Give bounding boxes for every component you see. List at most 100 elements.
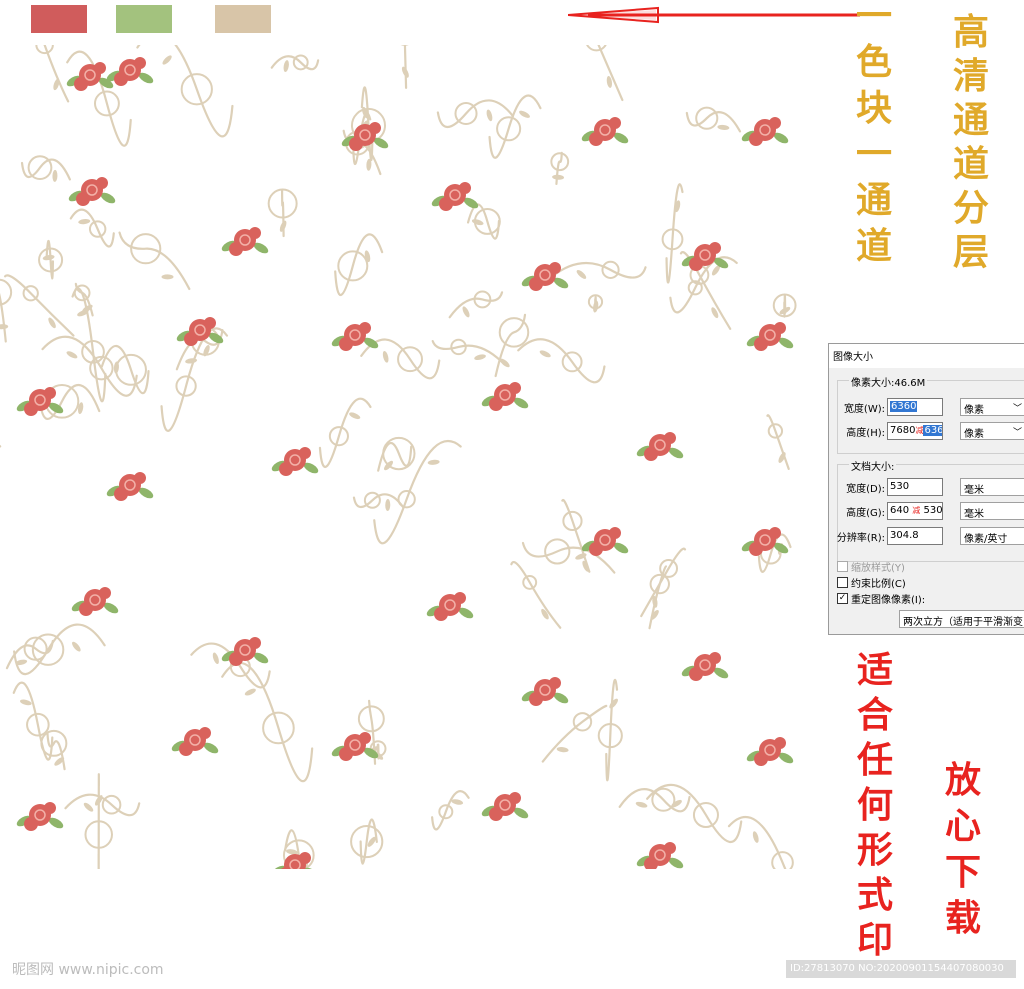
height-label: 高度(H): [846, 427, 885, 439]
vine-leaf [212, 652, 219, 665]
note-char: 通 [953, 99, 990, 141]
vine-curl [586, 45, 607, 52]
vine [13, 623, 106, 676]
vine [373, 440, 462, 545]
vine-leaf [499, 358, 510, 368]
vine-leaf [78, 219, 91, 225]
vine [517, 338, 606, 384]
vine [605, 678, 619, 782]
resolution-unit-select[interactable]: 像素/英寸 [960, 527, 1024, 545]
vine-leaf [72, 641, 81, 652]
rose-bud [359, 732, 371, 744]
vine-leaf [427, 459, 440, 465]
note-char: 一 [856, 0, 893, 37]
vine-leaf [717, 124, 730, 130]
doc-width-unit-select[interactable]: 毫米 [960, 478, 1024, 496]
resolution-label: 分辨率(R): [836, 532, 885, 544]
rose-bud [76, 192, 90, 206]
rose-bud [44, 802, 56, 814]
width-unit-select[interactable]: 像素 ﹀ [960, 398, 1024, 416]
vine [12, 681, 54, 761]
rose-bud [439, 197, 453, 211]
pixel-dimensions-group [837, 380, 1024, 454]
rose-bud [749, 132, 763, 146]
scale-styles-checkbox[interactable]: 缩放样式(Y) [837, 559, 905, 574]
rose-bud [339, 337, 353, 351]
vine [0, 292, 7, 343]
rose-bud [769, 527, 781, 539]
print-note: 适合任何形式印 [857, 652, 893, 958]
vine [136, 45, 234, 138]
rose-bud [229, 652, 243, 666]
vine-leaf [42, 254, 55, 261]
vine-leaf [83, 802, 94, 812]
rose-bud [349, 137, 363, 151]
vine [431, 790, 470, 831]
doc-height-unit-select[interactable]: 毫米 [960, 502, 1024, 520]
rose-bud [114, 72, 128, 86]
rose-bud [529, 692, 543, 706]
rose-bud [99, 587, 111, 599]
pixel-dimensions-label: 像素大小:46.6M [849, 374, 928, 389]
rose-bud [24, 402, 38, 416]
resolution-row: 分辨率(R): 304.8 [833, 527, 943, 545]
vine-curl [0, 278, 13, 306]
doc-height-row: 高度(G): 640 减 530 [833, 502, 943, 520]
rose-bud [459, 182, 471, 194]
vine-leaf [635, 801, 648, 808]
rose-bud [369, 122, 381, 134]
vine [551, 261, 647, 279]
vine [69, 208, 115, 248]
height-row: 高度(H): 7680减6360 [833, 422, 943, 440]
rose-bud [609, 527, 621, 539]
resample-checkbox[interactable]: ✓ 重定图像像素(I): [837, 591, 925, 606]
doc-height-input[interactable]: 640 减 530 [887, 502, 943, 520]
rose-bud [229, 242, 243, 256]
rose-bud [79, 602, 93, 616]
width-row: 宽度(W): 6360 [833, 398, 943, 416]
vine-leaf [650, 609, 659, 620]
note-char: 任 [857, 739, 894, 781]
doc-width-label: 宽度(D): [846, 483, 885, 495]
constrain-proportions-checkbox[interactable]: 约束比例(C) [837, 575, 906, 590]
hd-note: 高清通道分层 [953, 14, 989, 270]
rose-bud [249, 227, 261, 239]
note-char: 印 [857, 919, 894, 961]
rose-bud [134, 57, 146, 69]
rose-bud [204, 317, 216, 329]
note-char: 放 [945, 759, 982, 801]
vine [541, 704, 608, 763]
resample-method-select[interactable]: 两次立方（适用于平滑渐变 [899, 610, 1024, 628]
vine-leaf [471, 219, 484, 226]
note-char: 载 [945, 897, 982, 939]
width-input[interactable]: 6360 [887, 398, 943, 416]
vine-leaf [283, 60, 289, 73]
vine-leaf [385, 499, 391, 512]
vine [766, 414, 790, 470]
height-input[interactable]: 7680减6360 [887, 422, 943, 440]
chevron-down-icon: ﹀ [1012, 404, 1022, 414]
rose-bud [689, 667, 703, 681]
vine [640, 547, 687, 618]
note-char: 形 [857, 829, 894, 871]
rose-bud [549, 262, 561, 274]
note-char: 道 [856, 225, 893, 267]
vine-leaf [609, 698, 618, 709]
height-unit-select[interactable]: 像素 ﹀ [960, 422, 1024, 440]
note-char: 块 [856, 87, 893, 129]
doc-width-row: 宽度(D): 530 [833, 478, 943, 496]
checkbox-empty-icon [837, 577, 848, 588]
rose-bud [279, 462, 293, 476]
rose-bud [709, 242, 721, 254]
doc-width-input[interactable]: 530 [887, 478, 943, 496]
resolution-input[interactable]: 304.8 [887, 527, 943, 545]
rose-bud [339, 747, 353, 761]
vine-leaf [556, 747, 569, 753]
vine-leaf [519, 110, 530, 118]
rose-bud [74, 77, 88, 91]
note-char: 合 [857, 694, 894, 736]
rose-bud [96, 177, 108, 189]
vine-leaf [162, 55, 172, 65]
floral-pattern [0, 45, 822, 869]
vine-leaf [382, 350, 389, 363]
